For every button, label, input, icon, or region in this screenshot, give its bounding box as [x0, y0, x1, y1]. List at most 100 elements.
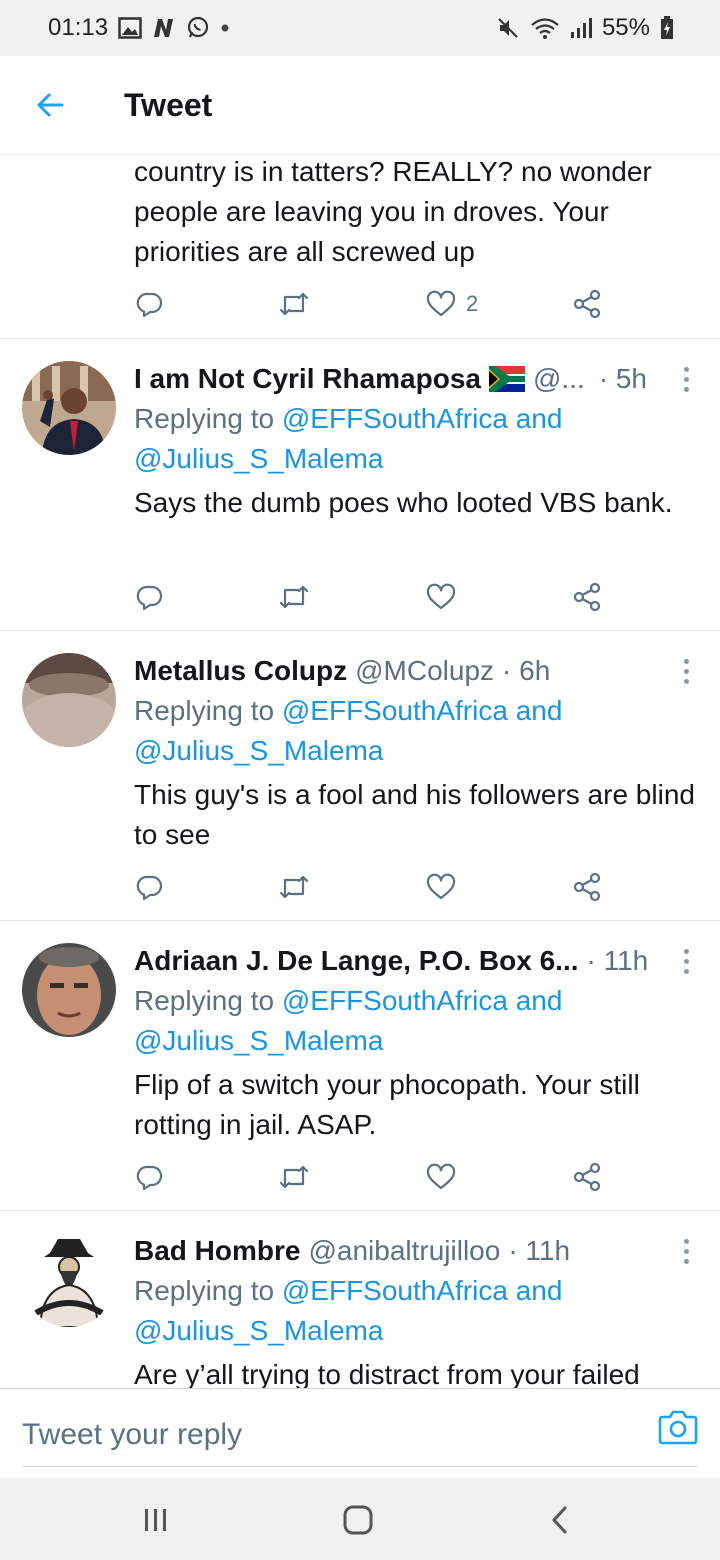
- heart-icon: [426, 290, 456, 317]
- like-button[interactable]: [426, 1157, 456, 1197]
- tweet-author-name[interactable]: Adriaan J. De Lange, P.O. Box 6...: [134, 941, 579, 981]
- tweet-author-name[interactable]: Bad Hombre: [134, 1231, 300, 1271]
- retweet-button[interactable]: [278, 867, 310, 907]
- mention-link[interactable]: @Julius_S_Malema: [134, 735, 383, 766]
- mention-link[interactable]: @EFFSouthAfrica: [282, 403, 508, 434]
- battery-charging-icon: [660, 16, 674, 40]
- more-options-icon: [683, 1238, 689, 1244]
- replying-to: Replying to @EFFSouthAfrica and @Julius_S…: [134, 1271, 696, 1351]
- share-button[interactable]: [572, 867, 602, 907]
- retweet-button[interactable]: [278, 577, 310, 617]
- tweet-item[interactable]: Bad Hombre @anibaltrujilloo · 11h Replyi…: [0, 1211, 720, 1388]
- share-button[interactable]: [572, 577, 602, 617]
- like-button[interactable]: 2: [426, 284, 478, 324]
- share-icon: [573, 582, 601, 612]
- like-button[interactable]: [426, 577, 456, 617]
- reply-button[interactable]: [134, 867, 164, 907]
- tweet-text: country is in tatters? REALLY? no wonder…: [134, 156, 652, 267]
- share-icon: [573, 289, 601, 319]
- reply-icon: [136, 292, 163, 318]
- more-options-icon: [683, 658, 689, 664]
- replying-to-label: Replying to: [134, 985, 282, 1016]
- tweet-time: · 5h: [598, 363, 647, 394]
- battery-percent: 55%: [601, 14, 650, 41]
- tweet-author-handle[interactable]: @MColupz: [355, 651, 494, 691]
- tweet-item[interactable]: I am Not Cyril Rhamaposa @... · 5h Reply…: [0, 339, 720, 631]
- replying-to-and: and: [507, 695, 563, 726]
- app-bar: Tweet: [0, 56, 720, 155]
- retweet-button[interactable]: [278, 284, 310, 324]
- reply-feed: country is in tatters? REALLY? no wonder…: [0, 154, 720, 1388]
- more-options-icon: [683, 366, 689, 372]
- replying-to-and: and: [507, 1275, 563, 1306]
- share-icon: [573, 1162, 601, 1192]
- replying-to-label: Replying to: [134, 1275, 282, 1306]
- wifi-icon: [530, 16, 560, 40]
- more-options-button[interactable]: [676, 359, 696, 399]
- share-button[interactable]: [572, 284, 602, 324]
- tweet-author-handle[interactable]: @...: [533, 359, 585, 399]
- replying-to-label: Replying to: [134, 695, 282, 726]
- system-back-button[interactable]: [530, 1498, 590, 1542]
- tweet-author-name[interactable]: I am Not Cyril Rhamaposa: [134, 359, 481, 399]
- more-options-icon: [683, 948, 689, 954]
- camera-button[interactable]: [656, 1405, 700, 1449]
- retweet-button[interactable]: [278, 1157, 310, 1197]
- mention-link[interactable]: @EFFSouthAfrica: [282, 695, 508, 726]
- like-button[interactable]: [426, 867, 456, 907]
- avatar[interactable]: [22, 943, 116, 1037]
- tweet-item[interactable]: country is in tatters? REALLY? no wonder…: [0, 154, 720, 339]
- mention-link[interactable]: @EFFSouthAfrica: [282, 1275, 508, 1306]
- tweet-author-handle[interactable]: @anibaltrujilloo: [308, 1231, 500, 1271]
- mention-link[interactable]: @Julius_S_Malema: [134, 1025, 383, 1056]
- tweet-reply-input[interactable]: [22, 1407, 622, 1463]
- reply-button[interactable]: [134, 1157, 164, 1197]
- mention-link[interactable]: @Julius_S_Malema: [134, 443, 383, 474]
- retweet-icon: [279, 292, 309, 316]
- reply-button[interactable]: [134, 284, 164, 324]
- tweet-text: Says the dumb poes who looted VBS bank.: [134, 487, 673, 518]
- gallery-icon: [118, 17, 142, 39]
- tweet-author-name[interactable]: Metallus Colupz: [134, 651, 347, 691]
- tweet-text: Flip of a switch your phocopath. Your st…: [134, 1069, 640, 1140]
- reply-icon: [136, 1165, 163, 1191]
- avatar[interactable]: [22, 361, 116, 455]
- page-title: Tweet: [124, 86, 213, 123]
- heart-icon: [426, 583, 456, 610]
- home-button[interactable]: [328, 1498, 388, 1542]
- tweet-item[interactable]: Metallus Colupz @MColupz · 6h Replying t…: [0, 631, 720, 921]
- retweet-icon: [279, 875, 309, 899]
- reply-icon: [136, 875, 163, 901]
- more-options-button[interactable]: [676, 941, 696, 981]
- heart-icon: [426, 1163, 456, 1190]
- system-nav-bar: [0, 1478, 720, 1560]
- avatar[interactable]: [22, 1233, 116, 1327]
- tweet-text: This guy's is a fool and his followers a…: [134, 779, 695, 850]
- south-africa-flag-icon: [488, 366, 525, 392]
- home-icon: [343, 1505, 373, 1535]
- arrow-left-icon: [37, 93, 64, 117]
- mention-link[interactable]: @EFFSouthAfrica: [282, 985, 508, 1016]
- mention-link[interactable]: @Julius_S_Malema: [134, 1315, 383, 1346]
- tweet-item[interactable]: Adriaan J. De Lange, P.O. Box 6... · 11h…: [0, 921, 720, 1211]
- reply-icon: [136, 585, 163, 611]
- replying-to-and: and: [507, 985, 563, 1016]
- recent-apps-icon: [145, 1509, 166, 1531]
- more-options-button[interactable]: [676, 651, 696, 691]
- retweet-icon: [279, 1165, 309, 1189]
- tweet-time: · 11h: [586, 945, 649, 976]
- share-button[interactable]: [572, 1157, 602, 1197]
- reply-button[interactable]: [134, 577, 164, 617]
- back-button[interactable]: [22, 77, 78, 133]
- heart-icon: [426, 873, 456, 900]
- replying-to-label: Replying to: [134, 403, 282, 434]
- replying-to: Replying to @EFFSouthAfrica and @Julius_S…: [134, 399, 696, 479]
- more-options-button[interactable]: [676, 1231, 696, 1271]
- tweet-time: · 11h: [508, 1235, 571, 1266]
- avatar[interactable]: [22, 653, 116, 747]
- recent-apps-button[interactable]: [126, 1498, 186, 1542]
- replying-to: Replying to @EFFSouthAfrica and @Julius_S…: [134, 981, 696, 1061]
- divider: [22, 1466, 698, 1467]
- status-time: 01:13: [48, 14, 109, 41]
- retweet-icon: [279, 585, 309, 609]
